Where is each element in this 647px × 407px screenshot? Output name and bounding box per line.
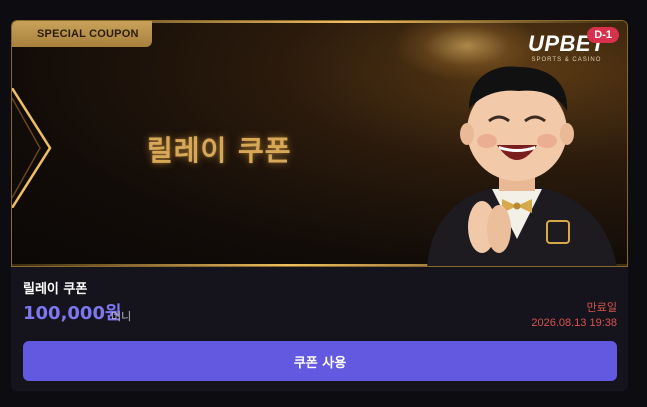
coupon-info: 릴레이 쿠폰 100,000원 머니 만료일 2026.08.13 19:38 …: [11, 267, 628, 391]
arrow-decoration-icon: [12, 88, 52, 208]
coupon-banner: SPECIAL COUPON 릴레이 쿠폰 UPBET SPORTS & CAS…: [11, 20, 628, 267]
expire-label: 만료일: [586, 301, 617, 314]
laughing-man-mascot-image: [427, 66, 617, 266]
use-coupon-button[interactable]: 쿠폰 사용: [23, 341, 617, 381]
coupon-card: SPECIAL COUPON 릴레이 쿠폰 UPBET SPORTS & CAS…: [11, 20, 628, 391]
special-coupon-badge: SPECIAL COUPON: [12, 21, 152, 47]
expire-date: 2026.08.13 19:38: [531, 317, 617, 329]
logo-sub-text: SPORTS & CASINO: [531, 57, 602, 63]
banner-title: 릴레이 쿠폰: [147, 134, 292, 167]
coupon-amount: 100,000원: [23, 303, 122, 324]
dday-badge: D-1: [587, 27, 619, 43]
coupon-amount-unit: 머니: [111, 310, 132, 323]
coupon-name: 릴레이 쿠폰: [23, 282, 88, 297]
